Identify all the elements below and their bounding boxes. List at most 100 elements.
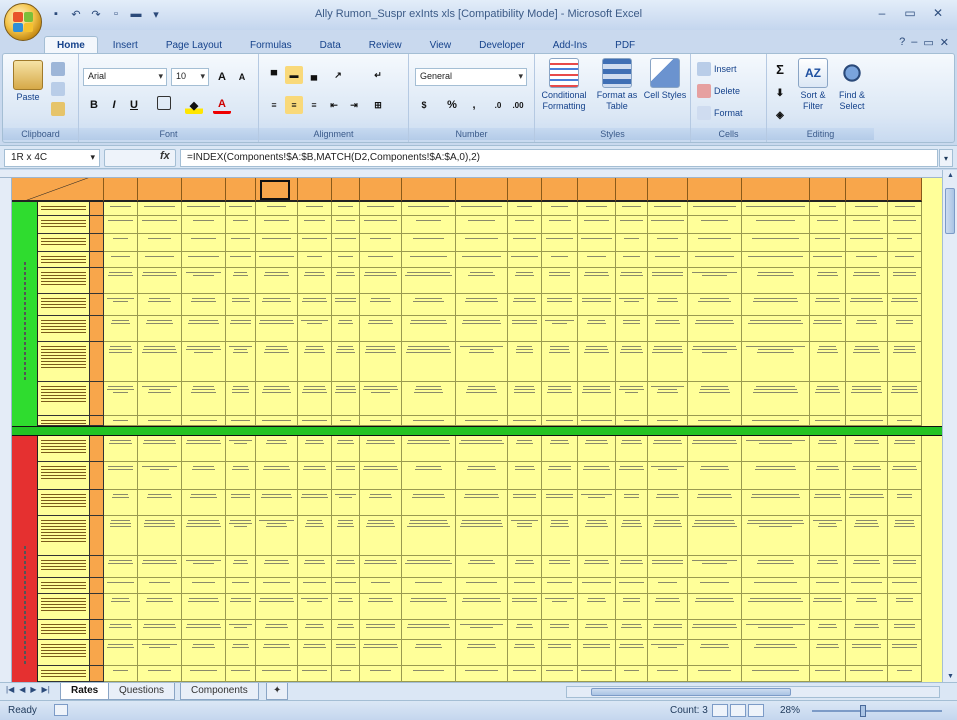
grid-cell[interactable] xyxy=(332,416,360,426)
grid-cell[interactable] xyxy=(456,594,508,620)
grid-cell[interactable] xyxy=(182,294,226,316)
grid-cell[interactable] xyxy=(256,594,298,620)
grid-cell[interactable] xyxy=(182,556,226,578)
grid-cell[interactable] xyxy=(616,578,648,594)
conditional-formatting-button[interactable]: Conditional Formatting xyxy=(537,58,591,112)
grid-cell[interactable] xyxy=(542,556,578,578)
grid-cell[interactable] xyxy=(508,640,542,666)
grid-cell[interactable] xyxy=(508,294,542,316)
grid-cell[interactable] xyxy=(578,234,616,252)
shrink-font-icon[interactable]: A xyxy=(233,68,251,86)
grid-cell[interactable] xyxy=(616,342,648,382)
grid-cell[interactable] xyxy=(138,556,182,578)
autosum-icon[interactable]: Σ xyxy=(771,60,789,78)
grid-cell[interactable] xyxy=(298,294,332,316)
row-marker-cell[interactable] xyxy=(90,516,104,556)
grid-cell[interactable] xyxy=(104,202,138,216)
grid-cell[interactable] xyxy=(810,202,846,216)
grid-cell[interactable] xyxy=(104,436,138,462)
insert-sheet-icon[interactable]: ✦ xyxy=(266,683,289,700)
grid-cell[interactable] xyxy=(508,620,542,640)
workbook-close-icon[interactable]: ✕ xyxy=(940,36,949,49)
column-header-cell[interactable] xyxy=(742,178,810,202)
grid-cell[interactable] xyxy=(542,252,578,268)
row-marker-cell[interactable] xyxy=(90,268,104,294)
grid-cell[interactable] xyxy=(648,578,688,594)
grid-cell[interactable] xyxy=(742,666,810,682)
grid-cell[interactable] xyxy=(256,436,298,462)
grid-cell[interactable] xyxy=(688,640,742,666)
grid-cell[interactable] xyxy=(182,202,226,216)
grid-cell[interactable] xyxy=(846,516,888,556)
grid-cell[interactable] xyxy=(402,202,456,216)
grid-cell[interactable] xyxy=(688,556,742,578)
row-label-cell[interactable] xyxy=(38,578,90,594)
row-label-cell[interactable] xyxy=(38,490,90,516)
grid-cell[interactable] xyxy=(226,490,256,516)
decrease-indent-icon[interactable]: ⇤ xyxy=(325,96,343,114)
office-button[interactable] xyxy=(4,3,42,41)
underline-button[interactable]: U xyxy=(125,96,143,114)
grid-cell[interactable] xyxy=(688,382,742,416)
grid-cell[interactable] xyxy=(256,556,298,578)
grid-cell[interactable] xyxy=(298,316,332,342)
tab-view[interactable]: View xyxy=(417,36,465,54)
grid-cell[interactable] xyxy=(648,268,688,294)
grid-cell[interactable] xyxy=(298,516,332,556)
row-label-cell[interactable] xyxy=(38,294,90,316)
grid-cell[interactable] xyxy=(332,294,360,316)
grid-cell[interactable] xyxy=(298,578,332,594)
row-marker-cell[interactable] xyxy=(90,620,104,640)
grid-cell[interactable] xyxy=(542,416,578,426)
grid-cell[interactable] xyxy=(360,640,402,666)
column-header-cell[interactable] xyxy=(298,178,332,202)
grid-cell[interactable] xyxy=(402,556,456,578)
grid-cell[interactable] xyxy=(456,252,508,268)
grid-cell[interactable] xyxy=(846,268,888,294)
grid-cell[interactable] xyxy=(456,556,508,578)
grid-cell[interactable] xyxy=(402,620,456,640)
grid-cell[interactable] xyxy=(298,462,332,490)
grid-cell[interactable] xyxy=(104,382,138,416)
grid-cell[interactable] xyxy=(456,516,508,556)
grid-cell[interactable] xyxy=(742,234,810,252)
grid-cell[interactable] xyxy=(578,268,616,294)
grid-cell[interactable] xyxy=(138,234,182,252)
next-sheet-icon[interactable]: ▶ xyxy=(30,685,36,694)
grid-cell[interactable] xyxy=(332,316,360,342)
grid-cell[interactable] xyxy=(810,556,846,578)
grid-cell[interactable] xyxy=(104,594,138,620)
grid-cell[interactable] xyxy=(298,216,332,234)
cell-styles-button[interactable]: Cell Styles xyxy=(643,58,687,101)
grid-cell[interactable] xyxy=(332,516,360,556)
grid-cell[interactable] xyxy=(456,342,508,382)
grid-cell[interactable] xyxy=(456,490,508,516)
fill-color-icon[interactable]: ◆ xyxy=(185,96,203,114)
row-marker-cell[interactable] xyxy=(90,216,104,234)
grid-cell[interactable] xyxy=(360,490,402,516)
grid-cell[interactable] xyxy=(508,436,542,462)
row-label-cell[interactable] xyxy=(38,416,90,426)
grid-cell[interactable] xyxy=(648,620,688,640)
grid-cell[interactable] xyxy=(742,594,810,620)
grid-cell[interactable] xyxy=(742,416,810,426)
grid-cell[interactable] xyxy=(888,594,922,620)
grid-cell[interactable] xyxy=(456,268,508,294)
row-label-cell[interactable] xyxy=(38,268,90,294)
grid-cell[interactable] xyxy=(616,462,648,490)
accounting-format-icon[interactable]: $ xyxy=(415,96,433,114)
grid-cell[interactable] xyxy=(616,666,648,682)
grid-cell[interactable] xyxy=(402,252,456,268)
grid-cell[interactable] xyxy=(578,490,616,516)
grid-cell[interactable] xyxy=(402,640,456,666)
cell-area[interactable] xyxy=(12,178,942,682)
grid-cell[interactable] xyxy=(742,382,810,416)
grid-cell[interactable] xyxy=(256,268,298,294)
grid-cell[interactable] xyxy=(402,342,456,382)
grid-cell[interactable] xyxy=(648,594,688,620)
grid-cell[interactable] xyxy=(810,578,846,594)
grid-cell[interactable] xyxy=(402,382,456,416)
italic-button[interactable]: I xyxy=(105,96,123,114)
find-select-button[interactable]: Find & Select xyxy=(833,58,871,112)
grid-cell[interactable] xyxy=(182,234,226,252)
